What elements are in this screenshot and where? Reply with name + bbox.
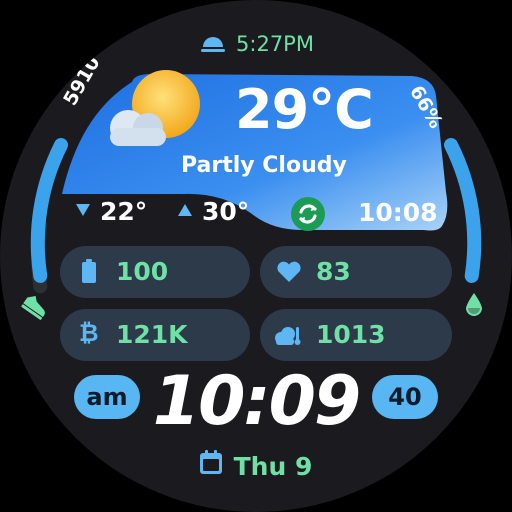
partly-cloudy-icon [98,66,206,162]
barometer-icon [272,325,302,351]
water-drop-icon [461,291,487,323]
digital-clock[interactable]: 10:09 [148,362,364,441]
down-arrow-icon [76,204,90,216]
pressure-value: 1013 [316,320,386,349]
heart-rate-value: 83 [316,257,351,286]
bitcoin-icon: ₿ [79,319,99,347]
bitcoin-value: 121K [116,320,188,349]
battery-tile[interactable]: 100 [60,246,250,298]
current-temperature: 29°C [235,78,374,141]
up-arrow-icon [178,204,192,216]
heart-icon [276,261,302,287]
shoe-icon [20,292,52,324]
weather-condition: Partly Cloudy [181,153,347,178]
heart-rate-tile[interactable]: 83 [260,246,452,298]
seconds-badge: 40 [372,375,438,419]
watch-face: 5:27PM 29°C Partly Cloudy 22° 30° 10:08 … [0,0,512,512]
am-pm-badge: am [74,375,140,419]
steps-arc [30,138,68,283]
battery-icon [82,259,96,287]
bitcoin-tile[interactable]: ₿ 121K [60,309,250,361]
low-temperature: 22° [76,197,147,226]
sunset-row[interactable]: 5:27PM [0,32,512,57]
battery-value: 100 [116,257,169,286]
date-row[interactable]: Thu 9 [0,450,512,483]
date-label: Thu 9 [233,452,313,481]
sunset-icon [198,33,228,57]
calendar-icon [199,450,222,480]
high-temperature: 30° [178,197,249,226]
high-temperature-value: 30° [202,197,250,226]
sync-icon [299,204,317,224]
weather-sync-button[interactable] [291,197,325,231]
humidity-arc [444,138,482,283]
low-temperature-value: 22° [100,197,148,226]
last-sync-time: 10:08 [358,198,438,227]
pressure-tile[interactable]: 1013 [260,309,452,361]
sunset-time: 5:27PM [236,32,314,56]
